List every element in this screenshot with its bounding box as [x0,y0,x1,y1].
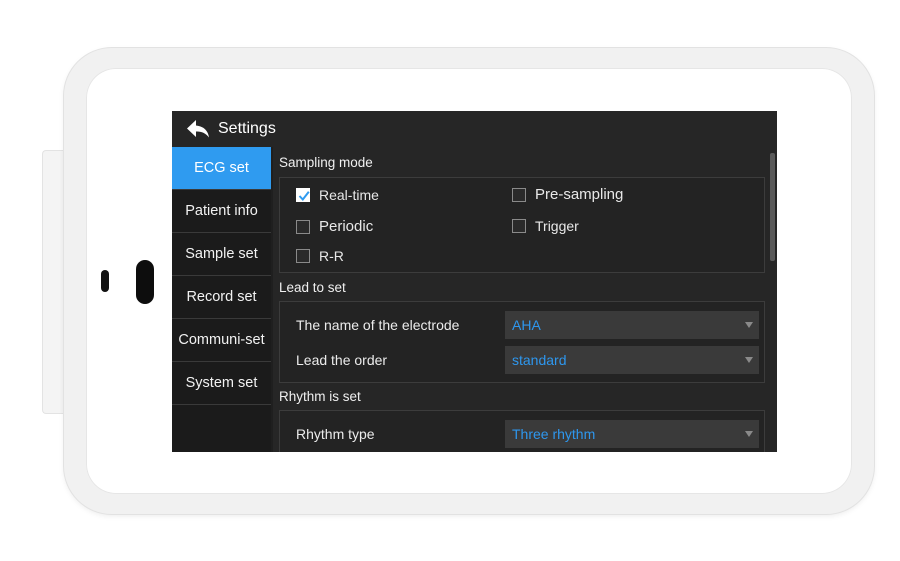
sidebar-item-label: Sample set [185,246,258,262]
sidebar-item-sample-set[interactable]: Sample set [172,233,271,276]
checkbox-unchecked-icon [512,187,526,202]
checkbox-unchecked-icon [296,249,310,263]
sidebar-item-label: System set [185,375,258,391]
sampling-mode-heading: Sampling mode [279,155,373,170]
sidebar-item-label: Record set [186,289,257,305]
settings-sidebar: ECG set Patient info Sample set Record s… [172,147,271,452]
sidebar-item-label: ECG set [194,160,249,176]
checkbox-label: Trigger [535,218,579,234]
rhythm-type-label: Rhythm type [296,426,375,442]
checkbox-label: R-R [319,248,344,264]
title-bar: Settings [172,111,777,147]
checkbox-r-r[interactable]: R-R [296,248,344,264]
sampling-mode-group: Real-time Pre-sampling Periodic Trigger … [279,177,765,273]
chevron-down-icon [745,357,753,363]
checkbox-label: Pre-sampling [535,186,624,203]
settings-content: Sampling mode Real-time Pre-sampling Per… [273,147,777,452]
select-value: Three rhythm [512,426,596,442]
sidebar-item-label: Patient info [185,203,258,219]
sidebar-item-patient-info[interactable]: Patient info [172,190,271,233]
page-title: Settings [218,120,276,137]
rhythm-heading: Rhythm is set [279,389,361,404]
electrode-name-select[interactable]: AHA [505,311,759,339]
electrode-name-label: The name of the electrode [296,317,460,333]
checkbox-real-time[interactable]: Real-time [296,187,379,203]
content-scrollbar[interactable] [770,153,775,261]
select-value: standard [512,352,567,368]
lead-to-set-group: The name of the electrode AHA Lead the o… [279,301,765,383]
checkbox-periodic[interactable]: Periodic [296,218,373,235]
sidebar-item-system-set[interactable]: System set [172,362,271,405]
lead-to-set-heading: Lead to set [279,280,346,295]
arrow-back-icon[interactable] [184,117,212,141]
settings-screen: Settings ECG set Patient info Sample set… [172,111,777,452]
sidebar-item-label: Communi-set [178,332,265,348]
lead-order-label: Lead the order [296,352,388,368]
chevron-down-icon [745,322,753,328]
sidebar-item-ecg-set[interactable]: ECG set [172,147,271,190]
select-value: AHA [512,317,541,333]
rhythm-group: Rhythm type Three rhythm [279,410,765,452]
sidebar-item-record-set[interactable]: Record set [172,276,271,319]
rhythm-type-select[interactable]: Three rhythm [505,420,759,448]
checkbox-label: Real-time [319,187,379,203]
checkbox-trigger[interactable]: Trigger [512,218,579,234]
sidebar-item-communi-set[interactable]: Communi-set [172,319,271,362]
checkbox-label: Periodic [319,218,374,235]
lead-order-select[interactable]: standard [505,346,759,374]
checkbox-unchecked-icon [512,219,526,233]
checkbox-pre-sampling[interactable]: Pre-sampling [512,186,623,203]
checkbox-unchecked-icon [296,219,310,234]
camera-slot [136,260,154,304]
checkbox-checked-icon [296,188,310,202]
sensor-slot [101,270,109,292]
chevron-down-icon [745,431,753,437]
